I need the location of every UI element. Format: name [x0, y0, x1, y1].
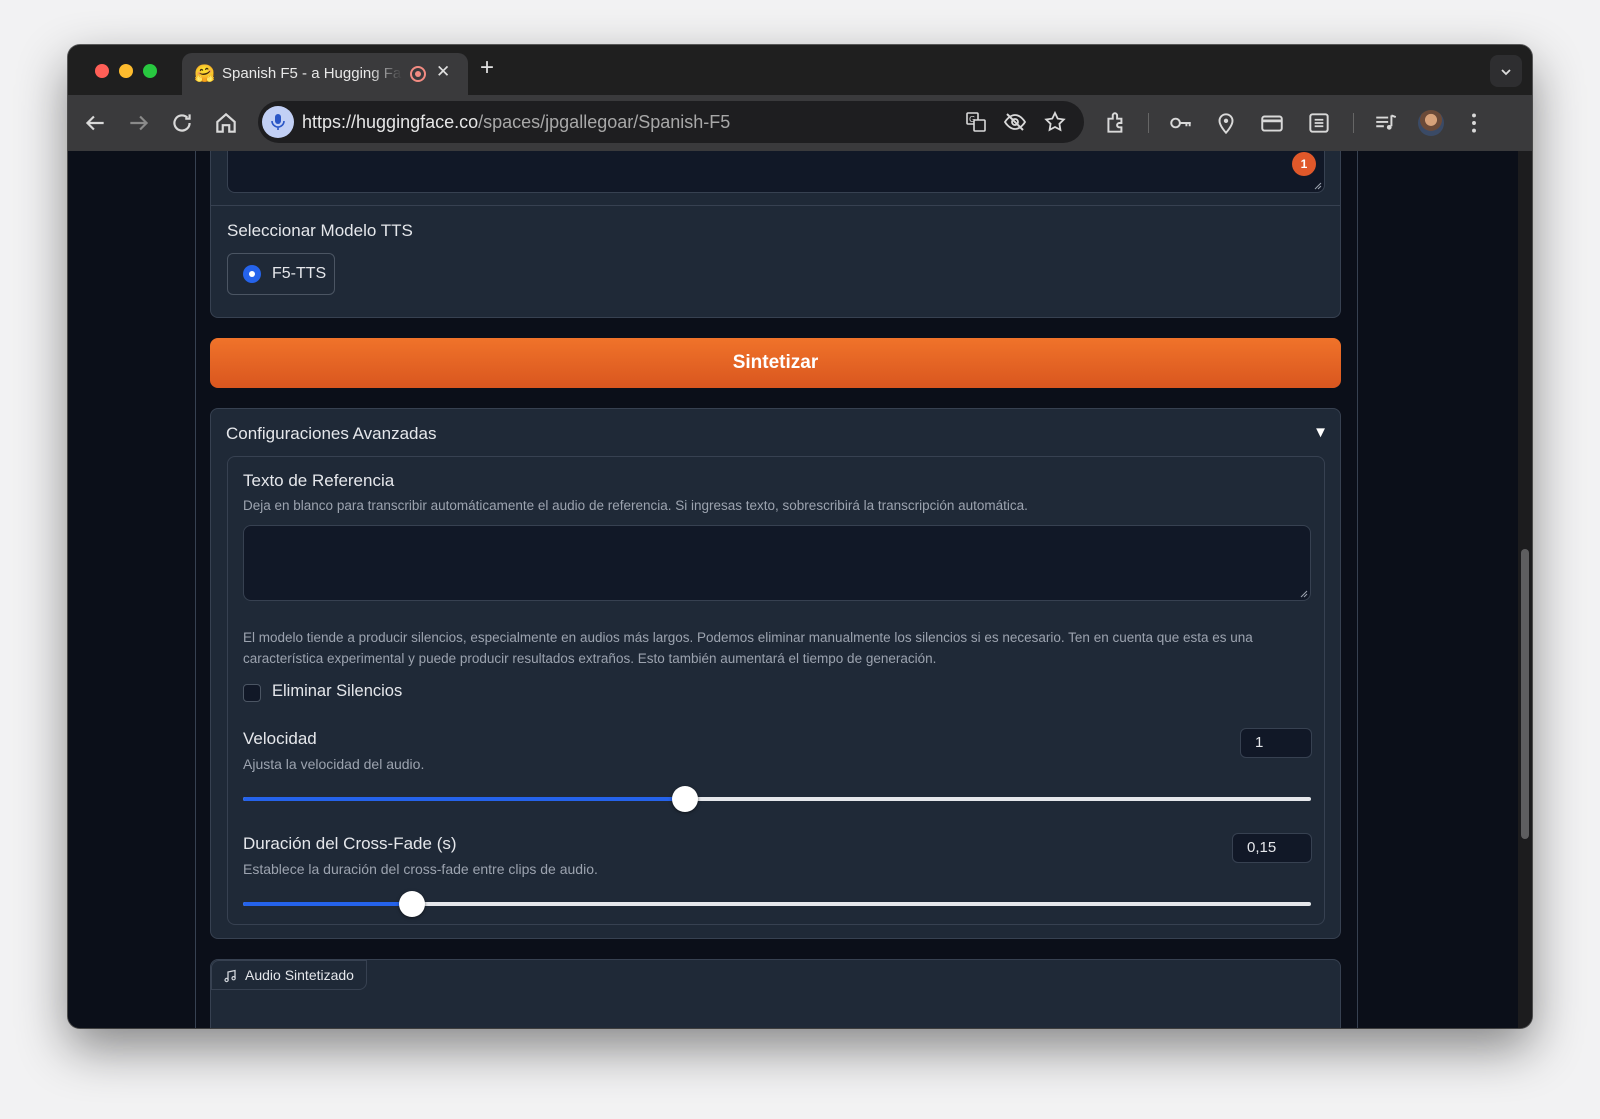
audio-output-label-tab: Audio Sintetizado [211, 960, 367, 990]
remove-silence-description: El modelo tiende a producir silencios, e… [243, 630, 1253, 666]
speed-slider-thumb[interactable] [672, 786, 699, 812]
mic-icon[interactable] [262, 106, 294, 138]
radio-option-f5-tts[interactable]: F5-TTS [227, 253, 335, 295]
toolbar-separator [1353, 113, 1354, 133]
star-icon[interactable] [1043, 110, 1067, 134]
new-tab-icon[interactable]: + [480, 54, 494, 82]
crossfade-number-input[interactable]: 0,15 [1232, 833, 1312, 863]
accordion-title[interactable]: Configuraciones Avanzadas [226, 424, 436, 444]
key-icon[interactable] [1168, 110, 1194, 136]
remove-silence-label[interactable]: Eliminar Silencios [272, 682, 402, 701]
advanced-settings-accordion: Configuraciones Avanzadas ▼ Texto de Ref… [210, 408, 1341, 939]
crossfade-slider-block: Duración del Cross-Fade (s) Establece la… [227, 820, 1325, 925]
audio-output-panel: Audio Sintetizado [210, 959, 1341, 1028]
speed-label: Velocidad [243, 729, 317, 748]
remove-silence-checkbox[interactable] [243, 684, 261, 702]
notification-badge: 1 [1292, 152, 1316, 176]
close-window-button[interactable] [95, 64, 109, 78]
music-note-icon [224, 969, 236, 983]
reference-text-label: Texto de Referencia [243, 471, 395, 490]
forward-icon[interactable] [126, 110, 152, 136]
crossfade-label: Duración del Cross-Fade (s) [243, 834, 457, 853]
speed-number-input[interactable]: 1 [1240, 728, 1312, 758]
profile-avatar[interactable] [1418, 110, 1444, 136]
reload-icon[interactable] [169, 110, 195, 136]
home-icon[interactable] [213, 110, 239, 136]
reference-text-info: Deja en blanco para transcribir automáti… [243, 498, 1028, 513]
speed-slider-fill [243, 797, 686, 801]
recording-indicator-icon [410, 66, 426, 82]
eye-off-icon[interactable] [1003, 110, 1027, 134]
accordion-toggle-icon[interactable]: ▼ [1313, 424, 1328, 441]
card-icon[interactable] [1259, 110, 1285, 136]
resize-handle-icon[interactable] [1300, 590, 1308, 598]
url-text[interactable]: https://huggingface.co/spaces/jpgallegoa… [302, 112, 730, 133]
title-bar: 🤗 Spanish F5 - a Hugging Face Space by j… [68, 45, 1532, 95]
model-select-label: Seleccionar Modelo TTS [227, 221, 413, 240]
reference-text-block: Texto de Referencia Deja en blanco para … [227, 456, 1325, 614]
speed-info: Ajusta la velocidad del audio. [243, 756, 425, 772]
text-to-generate-textarea[interactable]: 1 [227, 151, 1325, 193]
crossfade-slider-thumb[interactable] [398, 891, 425, 917]
divider [211, 205, 1340, 206]
resize-handle-icon[interactable] [1314, 182, 1322, 190]
location-icon[interactable] [1213, 110, 1239, 136]
browser-tab[interactable]: 🤗 Spanish F5 - a Hugging Face Space by j… [182, 53, 468, 95]
reading-list-icon[interactable] [1306, 110, 1332, 136]
reference-text-input[interactable] [243, 525, 1311, 601]
back-icon[interactable] [82, 110, 108, 136]
hugging-face-favicon-icon: 🤗 [194, 64, 216, 83]
maximize-window-button[interactable] [143, 64, 157, 78]
synthesize-button[interactable]: Sintetizar [210, 338, 1341, 388]
crossfade-info: Establece la duración del cross-fade ent… [243, 861, 598, 877]
remove-silence-block: El modelo tiende a producir silencios, e… [227, 613, 1325, 716]
tab-search-chevron-icon[interactable] [1490, 55, 1522, 87]
page-scrollbar[interactable] [1518, 151, 1532, 1028]
audio-output-label: Audio Sintetizado [245, 967, 354, 983]
menu-icon[interactable] [1461, 110, 1487, 136]
minimize-window-button[interactable] [119, 64, 133, 78]
address-bar[interactable]: https://huggingface.co/spaces/jpgallegoa… [258, 101, 1084, 143]
radio-option-label: F5-TTS [272, 265, 327, 282]
input-panel: 1 Seleccionar Modelo TTS F5-TTS [210, 151, 1341, 318]
browser-toolbar: https://huggingface.co/spaces/jpgallegoa… [68, 95, 1532, 151]
tab-title: Spanish F5 - a Hugging Face Space by jpg… [222, 65, 402, 82]
speed-slider-block: Velocidad Ajusta la velocidad del audio.… [227, 715, 1325, 821]
browser-window: 🤗 Spanish F5 - a Hugging Face Space by j… [68, 45, 1532, 1028]
crossfade-slider-fill [243, 902, 412, 906]
scrollbar-thumb[interactable] [1521, 549, 1529, 839]
translate-icon[interactable]: G [964, 110, 988, 134]
crossfade-slider[interactable] [243, 891, 1311, 917]
speed-slider[interactable] [243, 786, 1311, 812]
svg-text:G: G [969, 115, 975, 124]
toolbar-separator [1148, 113, 1149, 133]
media-icon[interactable] [1373, 110, 1399, 136]
close-tab-icon[interactable]: ✕ [436, 62, 450, 82]
radio-selected-icon[interactable] [243, 265, 261, 283]
page-viewport: 1 Seleccionar Modelo TTS F5-TTS Sintetiz… [68, 151, 1518, 1028]
app-container: 1 Seleccionar Modelo TTS F5-TTS Sintetiz… [195, 151, 1358, 1028]
extensions-icon[interactable] [1103, 110, 1129, 136]
